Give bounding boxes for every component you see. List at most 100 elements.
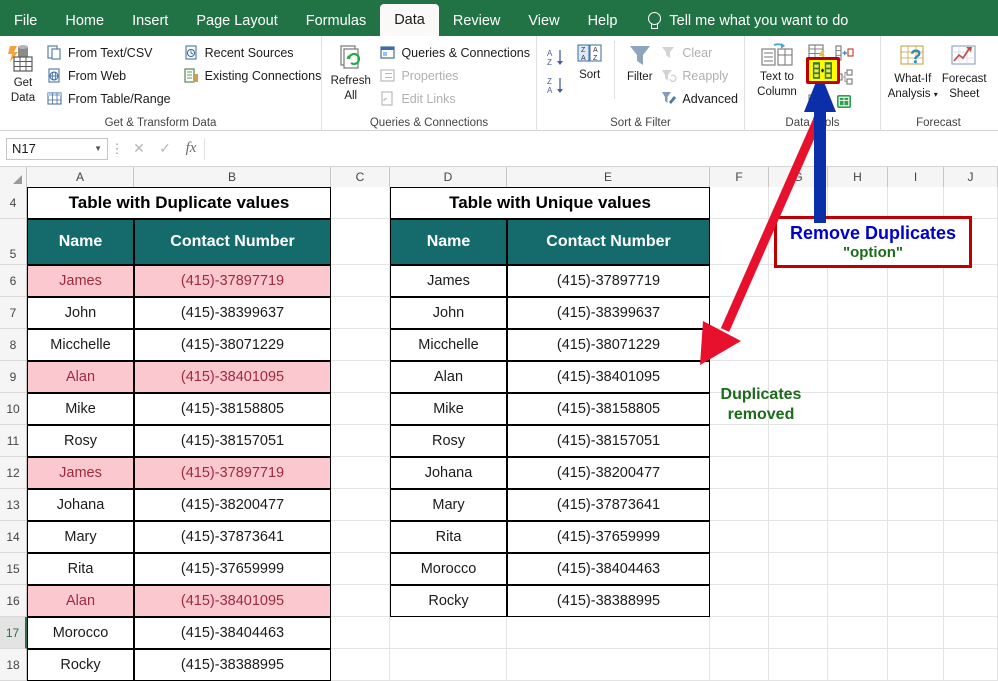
- cell-e18[interactable]: [507, 649, 710, 681]
- cell-i8[interactable]: [888, 329, 944, 361]
- cell-i14[interactable]: [888, 521, 944, 553]
- row-header-13[interactable]: 13: [0, 489, 27, 521]
- cell-g18[interactable]: [769, 649, 828, 681]
- cell-j16[interactable]: [944, 585, 998, 617]
- cell-g14[interactable]: [769, 521, 828, 553]
- cell-f11[interactable]: [710, 425, 769, 457]
- cell-a8-name[interactable]: Micchelle: [27, 329, 134, 361]
- formula-input[interactable]: [204, 138, 998, 160]
- column-header-a[interactable]: A: [27, 167, 134, 187]
- cell-h6[interactable]: [828, 265, 888, 297]
- confirm-icon[interactable]: ✓: [152, 140, 178, 157]
- tab-formulas[interactable]: Formulas: [292, 6, 380, 36]
- cell-c14[interactable]: [331, 521, 390, 553]
- cell-g6[interactable]: [769, 265, 828, 297]
- cancel-icon[interactable]: ✕: [126, 140, 152, 157]
- tab-view[interactable]: View: [514, 6, 573, 36]
- cell-a11-name[interactable]: Rosy: [27, 425, 134, 457]
- cell-i12[interactable]: [888, 457, 944, 489]
- cell-c17[interactable]: [331, 617, 390, 649]
- cell-b9-phone[interactable]: (415)-38401095: [134, 361, 331, 393]
- cell-b14-phone[interactable]: (415)-37873641: [134, 521, 331, 553]
- cell-b17-phone[interactable]: (415)-38404463: [134, 617, 331, 649]
- from-text-csv-button[interactable]: From Text/CSV: [46, 41, 171, 64]
- cell-c8[interactable]: [331, 329, 390, 361]
- cell-f6[interactable]: [710, 265, 769, 297]
- cell-e7-phone[interactable]: (415)-38399637: [507, 297, 710, 329]
- cell-c13[interactable]: [331, 489, 390, 521]
- column-header-c[interactable]: C: [331, 167, 390, 187]
- cell-c16[interactable]: [331, 585, 390, 617]
- cell-a4-left-table-title[interactable]: Table with Duplicate values: [27, 187, 331, 219]
- cell-d13-name[interactable]: Mary: [390, 489, 507, 521]
- chevron-down-icon[interactable]: ▼: [94, 144, 102, 153]
- manage-data-model-button[interactable]: [831, 89, 857, 113]
- column-header-b[interactable]: B: [134, 167, 331, 187]
- select-all-corner[interactable]: [0, 167, 27, 187]
- cell-f17[interactable]: [710, 617, 769, 649]
- cell-i11[interactable]: [888, 425, 944, 457]
- cell-j17[interactable]: [944, 617, 998, 649]
- cell-f7[interactable]: [710, 297, 769, 329]
- cell-i9[interactable]: [888, 361, 944, 393]
- cell-b11-phone[interactable]: (415)-38157051: [134, 425, 331, 457]
- cell-a16-name[interactable]: Alan: [27, 585, 134, 617]
- cell-g7[interactable]: [769, 297, 828, 329]
- cell-d15-name[interactable]: Morocco: [390, 553, 507, 585]
- filter-button[interactable]: Filter: [621, 41, 658, 84]
- cell-j7[interactable]: [944, 297, 998, 329]
- column-header-i[interactable]: I: [888, 167, 944, 187]
- cell-a10-name[interactable]: Mike: [27, 393, 134, 425]
- tab-page-layout[interactable]: Page Layout: [182, 6, 291, 36]
- cell-h10[interactable]: [828, 393, 888, 425]
- tab-help[interactable]: Help: [574, 6, 632, 36]
- cell-f14[interactable]: [710, 521, 769, 553]
- tab-review[interactable]: Review: [439, 6, 515, 36]
- cell-e10-phone[interactable]: (415)-38158805: [507, 393, 710, 425]
- cell-b7-phone[interactable]: (415)-38399637: [134, 297, 331, 329]
- cell-h18[interactable]: [828, 649, 888, 681]
- cell-d17[interactable]: [390, 617, 507, 649]
- cell-i16[interactable]: [888, 585, 944, 617]
- cell-d12-name[interactable]: Johana: [390, 457, 507, 489]
- cell-a13-name[interactable]: Johana: [27, 489, 134, 521]
- cell-h11[interactable]: [828, 425, 888, 457]
- cell-h13[interactable]: [828, 489, 888, 521]
- cell-g17[interactable]: [769, 617, 828, 649]
- cell-g15[interactable]: [769, 553, 828, 585]
- cell-b5-header-contact[interactable]: Contact Number: [134, 219, 331, 265]
- forecast-sheet-button[interactable]: Forecast Sheet: [939, 41, 991, 101]
- cell-c18[interactable]: [331, 649, 390, 681]
- cell-g4[interactable]: [769, 187, 828, 219]
- cell-a15-name[interactable]: Rita: [27, 553, 134, 585]
- cell-j4[interactable]: [944, 187, 998, 219]
- cell-c12[interactable]: [331, 457, 390, 489]
- fx-icon[interactable]: fx: [178, 140, 204, 157]
- tab-insert[interactable]: Insert: [118, 6, 182, 36]
- remove-duplicates-highlight-icon[interactable]: [810, 61, 836, 80]
- cell-e8-phone[interactable]: (415)-38071229: [507, 329, 710, 361]
- recent-sources-button[interactable]: Recent Sources: [183, 41, 322, 64]
- data-validation-button[interactable]: [804, 89, 830, 113]
- cell-j13[interactable]: [944, 489, 998, 521]
- cell-h8[interactable]: [828, 329, 888, 361]
- row-header-10[interactable]: 10: [0, 393, 27, 425]
- row-header-17[interactable]: 17: [0, 617, 27, 649]
- cell-b16-phone[interactable]: (415)-38401095: [134, 585, 331, 617]
- sort-descending-button[interactable]: ZA: [543, 71, 569, 99]
- cell-d18[interactable]: [390, 649, 507, 681]
- cell-d10-name[interactable]: Mike: [390, 393, 507, 425]
- cell-d6-name[interactable]: James: [390, 265, 507, 297]
- text-to-columns-button[interactable]: Text to Column: [751, 41, 803, 99]
- column-header-f[interactable]: F: [710, 167, 769, 187]
- cell-j11[interactable]: [944, 425, 998, 457]
- refresh-all-button[interactable]: Refresh All: [328, 41, 373, 103]
- cell-f16[interactable]: [710, 585, 769, 617]
- cell-j18[interactable]: [944, 649, 998, 681]
- tab-home[interactable]: Home: [51, 6, 118, 36]
- cell-d14-name[interactable]: Rita: [390, 521, 507, 553]
- name-box[interactable]: N17 ▼: [6, 138, 108, 160]
- cell-j6[interactable]: [944, 265, 998, 297]
- cell-g12[interactable]: [769, 457, 828, 489]
- column-header-d[interactable]: D: [390, 167, 507, 187]
